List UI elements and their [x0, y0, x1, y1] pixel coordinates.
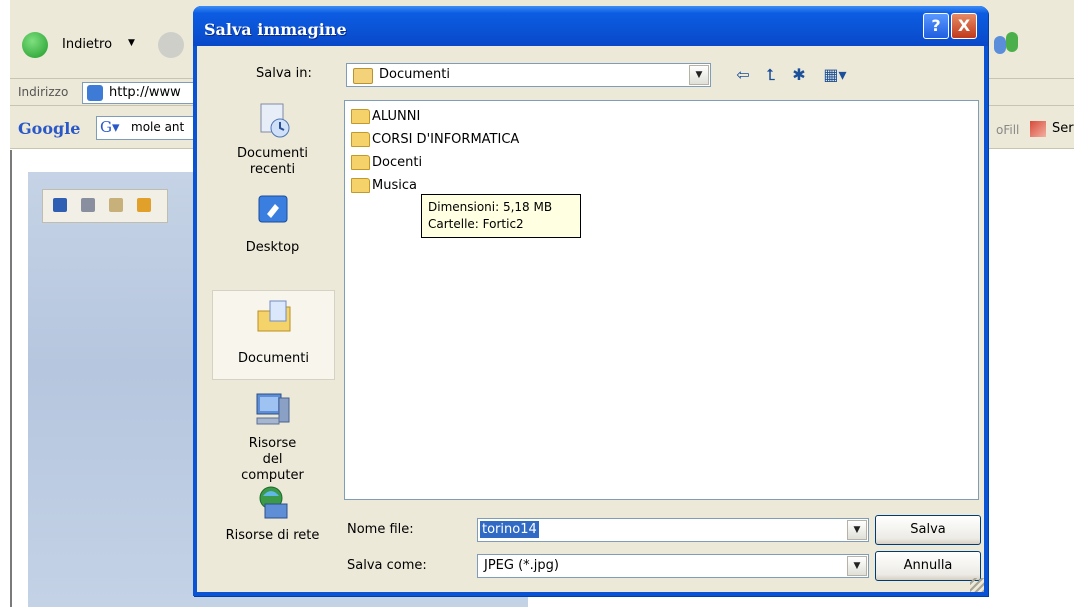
folder-icon	[351, 109, 370, 124]
folder-tooltip: Dimensioni: 5,18 MB Cartelle: Fortic2	[421, 194, 581, 238]
place-label: Risorse di rete	[225, 528, 320, 543]
back-icon[interactable]: ⇦	[732, 64, 754, 86]
resize-grip[interactable]	[970, 578, 984, 592]
tooltip-size: Dimensioni: 5,18 MB	[428, 200, 553, 214]
filetype-select[interactable]: JPEG (*.jpg) ▼	[477, 554, 869, 578]
new-folder-icon[interactable]: ✱	[788, 64, 810, 86]
chevron-down-icon[interactable]: ▼	[847, 556, 867, 576]
save-button[interactable]: Salva	[875, 515, 981, 545]
my-documents-icon	[257, 300, 290, 332]
place-desktop[interactable]: Desktop	[212, 192, 333, 270]
send-label[interactable]: Ser	[1052, 121, 1074, 136]
google-logo: Google	[18, 119, 81, 138]
image-toolbar	[42, 189, 168, 223]
ie-page-icon	[87, 85, 103, 101]
list-item[interactable]: Musica	[351, 176, 417, 196]
print-icon[interactable]	[81, 198, 95, 212]
list-item[interactable]: CORSI D'INFORMATICA	[351, 130, 519, 150]
my-computer-icon	[256, 393, 289, 425]
send-icon[interactable]	[1030, 121, 1046, 137]
desktop-icon	[258, 195, 287, 223]
google-g-icon[interactable]: G▾	[100, 118, 120, 136]
network-icon	[259, 486, 287, 519]
dialog-titlebar[interactable]: Salva immagine ? X	[193, 6, 988, 46]
folder-icon[interactable]	[137, 198, 151, 212]
address-value: http://www	[109, 85, 181, 100]
close-button[interactable]: X	[951, 13, 977, 39]
filename-value[interactable]: torino14	[480, 521, 539, 538]
google-search-input[interactable]: G▾ mole ant	[96, 116, 204, 140]
list-item[interactable]: Docenti	[351, 153, 422, 173]
tooltip-folders: Cartelle: Fortic2	[428, 217, 524, 231]
save-disk-icon[interactable]	[53, 198, 67, 212]
file-name: Musica	[372, 178, 417, 193]
filename-label: Nome file:	[347, 522, 414, 537]
folder-icon	[351, 132, 370, 147]
place-my-documents[interactable]: Documenti	[212, 290, 335, 380]
help-button[interactable]: ?	[923, 13, 949, 39]
email-icon[interactable]	[109, 198, 123, 212]
file-name: CORSI D'INFORMATICA	[372, 132, 520, 147]
dialog-title: Salva immagine	[204, 20, 347, 39]
file-name: ALUNNI	[372, 109, 421, 124]
place-my-computer[interactable]: Risorse del computer	[212, 390, 333, 483]
autofill-label[interactable]: oFill	[996, 123, 1019, 137]
back-arrow-icon[interactable]	[22, 32, 48, 58]
save-in-combobox[interactable]: Documenti ▼	[346, 63, 711, 87]
chevron-down-icon[interactable]: ▼	[847, 520, 867, 540]
place-label: Documenti	[238, 351, 309, 366]
recent-documents-icon	[260, 103, 289, 138]
file-list[interactable]: ALUNNI CORSI D'INFORMATICA Docenti Music…	[344, 100, 979, 500]
forward-arrow-icon[interactable]	[158, 32, 184, 58]
back-dropdown-icon[interactable]: ▼	[128, 38, 135, 48]
documents-folder-icon	[353, 68, 373, 84]
filetype-label: Salva come:	[347, 558, 427, 573]
list-item[interactable]: ALUNNI	[351, 107, 420, 127]
place-label: Risorse del computer	[241, 436, 304, 483]
filetype-value: JPEG (*.jpg)	[484, 558, 559, 573]
dialog-body: Salva in: Documenti ▼ ⇦ ⮤ ✱ ▦▾ Documenti…	[197, 46, 984, 592]
google-search-value: mole ant	[131, 120, 185, 134]
filename-field[interactable]: torino14 ▼	[477, 518, 869, 542]
save-in-label: Salva in:	[256, 66, 312, 81]
places-bar: Documenti recenti Desktop Documenti Riso…	[212, 100, 335, 562]
dialog-toolbar: ⇦ ⮤ ✱ ▦▾	[732, 64, 872, 86]
chevron-down-icon[interactable]: ▼	[689, 65, 709, 85]
folder-icon	[351, 178, 370, 193]
place-network[interactable]: Risorse di rete	[212, 484, 333, 562]
address-label: Indirizzo	[18, 85, 69, 99]
save-in-value: Documenti	[379, 67, 450, 82]
address-input[interactable]: http://www	[82, 82, 204, 104]
up-folder-icon[interactable]: ⮤	[760, 64, 782, 86]
place-label: Desktop	[245, 240, 300, 255]
cancel-button[interactable]: Annulla	[875, 551, 981, 581]
file-name: Docenti	[372, 155, 423, 170]
back-button-label[interactable]: Indietro	[62, 37, 112, 52]
place-label: Documenti recenti	[237, 146, 308, 177]
place-recent-documents[interactable]: Documenti recenti	[212, 100, 333, 190]
messenger-icon[interactable]	[992, 28, 1024, 60]
view-menu-icon[interactable]: ▦▾	[820, 64, 850, 86]
folder-icon	[351, 155, 370, 170]
save-image-dialog: Salva immagine ? X Salva in: Documenti ▼…	[193, 6, 988, 596]
